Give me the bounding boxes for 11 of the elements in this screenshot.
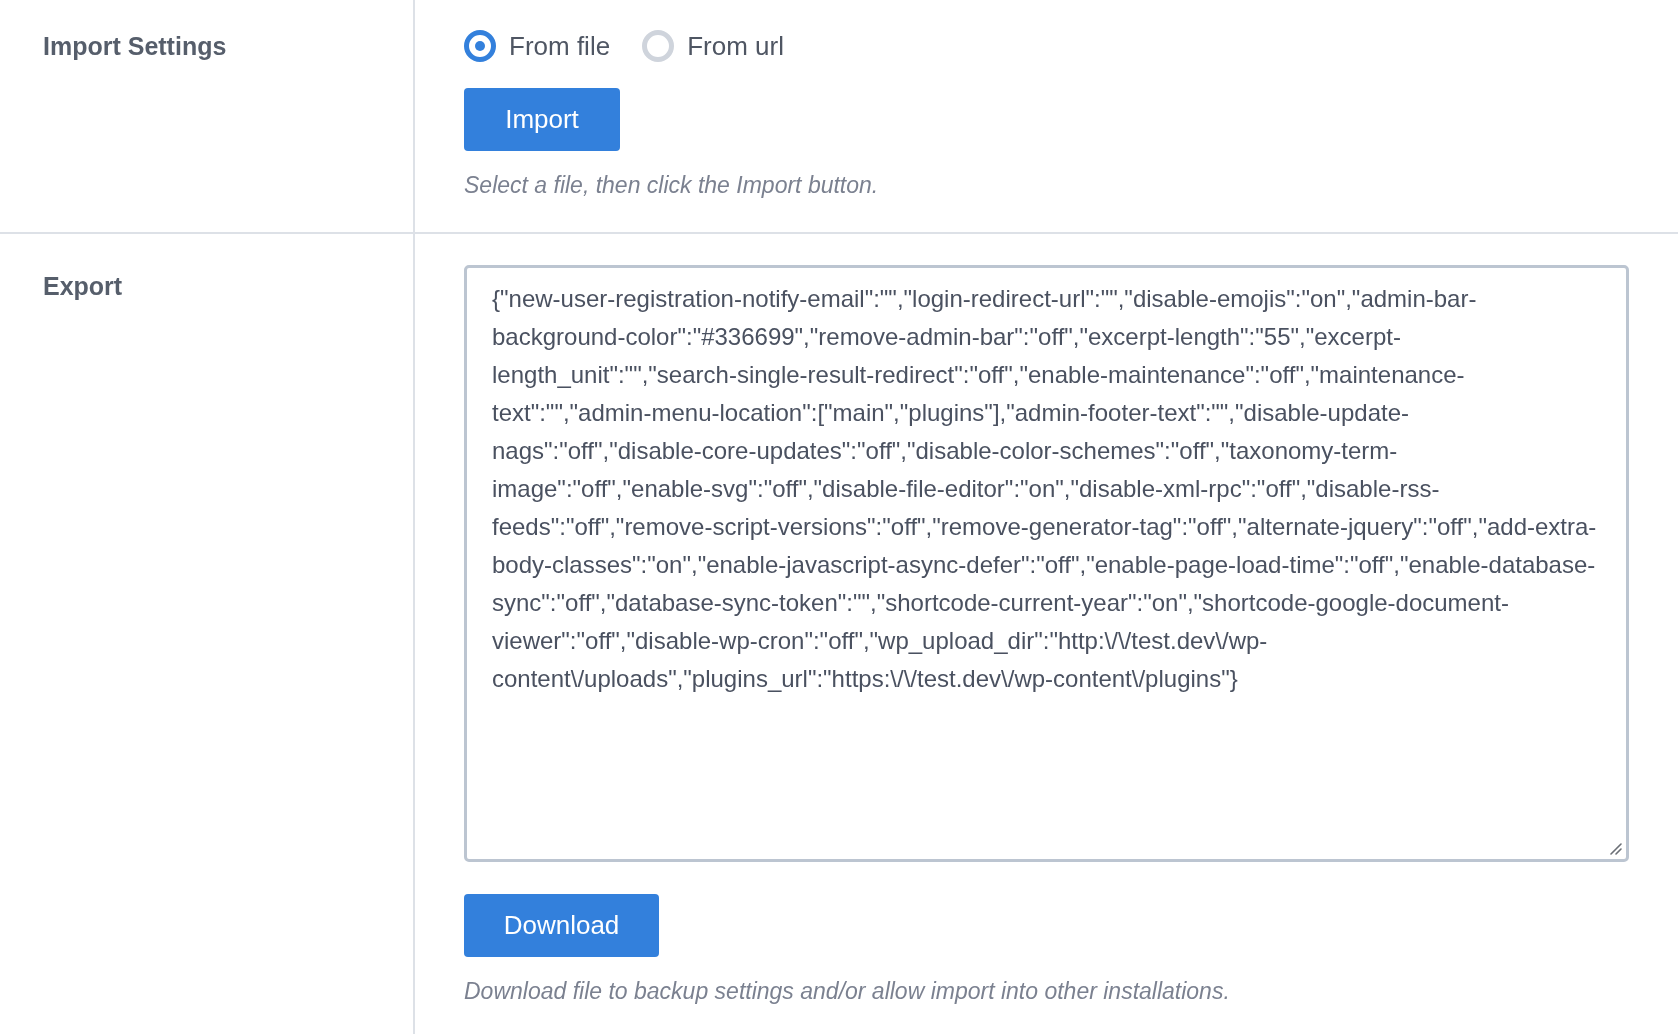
- section-label: Export: [43, 271, 123, 301]
- hint-text: Select a file, then click the Import button.: [464, 171, 880, 199]
- hint-text: Download file to backup settings and/or allow import into other installations.: [464, 977, 1231, 1005]
- download-button[interactable]: Download: [464, 894, 659, 957]
- radio-label[interactable]: From url: [687, 30, 784, 62]
- section-label: Import Settings: [43, 31, 227, 61]
- export-textarea[interactable]: {"new-user-registration-notify-email":"","login-redirect-url":"","disable-emojis":"on","admin-bar-background-color":"#336699","remove-admin-bar":"off","excerpt-length":"55","excerpt-length_unit":"","search-single-result-redirect":"off","enable-maintenance":"off","maintenance-text":"","admin-menu-location":["main","plugins"],"admin-footer-text":"","disable-update-nags":"off","disable-core-updates":"off","disable-color-schemes":"off","taxonomy-term-image":"off","enable-svg":"off","disable-file-editor":"on","disable-xml-rpc":"off","disable-rss-feeds":"off","remove-script-versions":"off","remove-generator-tag":"off","alternate-jquery":"off","add-extra-body-classes":"on","enable-javascript-async-defer":"off","enable-page-load-time":"off","enable-database-sync":"off","database-sync-token":"","shortcode-current-year":"on","shortcode-google-document-viewer":"off","disable-wp-cron":"off","wp_upload_dir":"http:\/\/test.dev\/wp-content\/uploads","plugins_url":"https:\/\/test.dev\/wp-content\/plugins"}: [464, 265, 1629, 862]
- import-button[interactable]: Import: [464, 88, 620, 151]
- resize-grip-icon[interactable]: [1610, 843, 1622, 855]
- radio-button[interactable]: [464, 30, 496, 62]
- radio-label[interactable]: From file: [509, 30, 611, 62]
